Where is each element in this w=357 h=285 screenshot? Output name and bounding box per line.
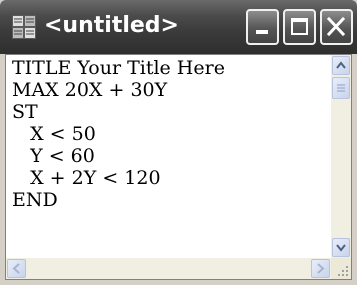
arrow-left-icon — [12, 263, 20, 274]
scroll-thumb[interactable] — [332, 77, 350, 99]
scroll-up-button[interactable] — [332, 56, 350, 75]
editor-line: TITLE Your Title Here — [12, 57, 225, 79]
arrow-down-icon — [336, 244, 346, 252]
client-area: TITLE Your Title Here MAX 20X + 30Y ST X… — [5, 54, 352, 280]
minimize-icon — [256, 30, 268, 34]
resize-grip-icon — [338, 266, 348, 276]
maximize-icon — [291, 18, 308, 35]
editor-line: MAX 20X + 30Y — [12, 79, 168, 101]
horizontal-scrollbar[interactable] — [6, 258, 331, 279]
editor-line: ST — [12, 101, 38, 123]
window-title: <untitled> — [44, 13, 179, 38]
title-bar[interactable]: <untitled> — [0, 0, 357, 54]
thumb-grip-icon — [337, 84, 345, 92]
text-editor[interactable]: TITLE Your Title Here MAX 20X + 30Y ST X… — [6, 55, 331, 258]
resize-grip[interactable] — [331, 258, 351, 279]
vertical-scrollbar[interactable] — [331, 55, 351, 258]
editor-line: END — [12, 189, 58, 211]
editor-line: X + 2Y < 120 — [12, 167, 161, 189]
editor-line: Y < 60 — [12, 145, 95, 167]
scroll-left-button[interactable] — [7, 259, 26, 278]
close-icon — [326, 16, 346, 37]
editor-line: X < 50 — [12, 123, 96, 145]
arrow-up-icon — [336, 61, 346, 69]
maximize-button[interactable] — [283, 9, 316, 45]
scroll-right-button[interactable] — [311, 259, 330, 278]
close-button[interactable] — [320, 9, 353, 45]
scroll-down-button[interactable] — [332, 238, 350, 257]
notepad-window: <untitled> TITLE Your Title Here MAX 20X… — [0, 0, 357, 285]
minimize-button[interactable] — [246, 9, 279, 45]
arrow-right-icon — [317, 263, 325, 274]
grid-app-icon — [12, 15, 36, 39]
